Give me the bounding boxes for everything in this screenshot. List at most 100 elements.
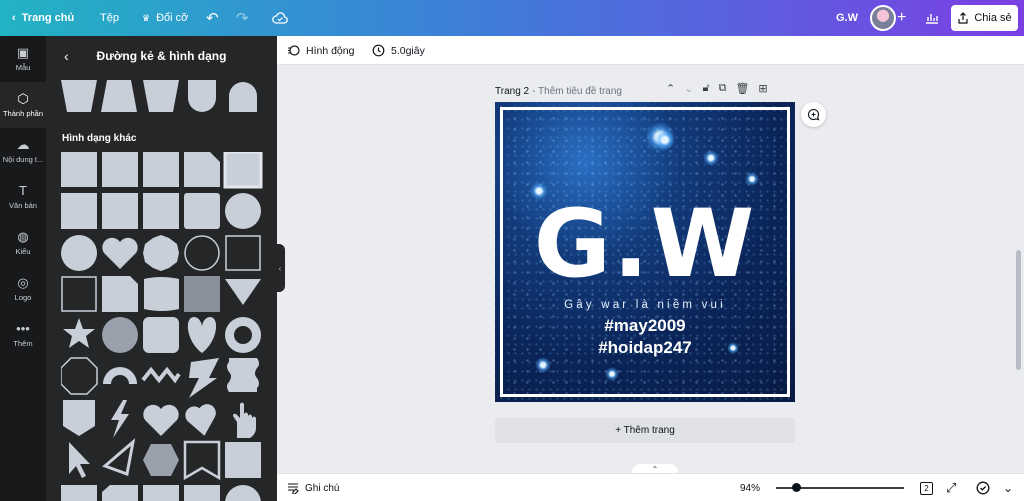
shape-square[interactable] — [102, 152, 138, 187]
rail-item-uploads[interactable]: ☁ Nội dung t... — [0, 128, 46, 174]
shape-square[interactable] — [102, 193, 138, 229]
redo-icon[interactable]: ↷ — [236, 0, 249, 36]
shape-rounded-square[interactable] — [184, 193, 220, 229]
shape-trapezoid-down[interactable] — [61, 80, 97, 112]
shape-rounded-square[interactable] — [143, 317, 179, 353]
shape-cut-corner[interactable] — [102, 485, 138, 501]
animate-button[interactable]: Hình động — [287, 36, 354, 65]
page-title-placeholder[interactable]: - Thêm tiêu đề trang — [532, 86, 622, 97]
zoom-value[interactable]: 94% — [740, 474, 760, 501]
undo-icon[interactable]: ↶ — [206, 0, 219, 36]
share-button[interactable]: Chia sẻ — [951, 5, 1018, 31]
zoom-slider-handle[interactable] — [792, 483, 801, 492]
shape-square[interactable] — [143, 485, 179, 501]
duplicate-icon[interactable]: ⧉ — [719, 82, 727, 95]
shape-hand-pointer[interactable] — [233, 402, 256, 439]
shape-circle[interactable] — [225, 193, 261, 229]
shape-bookmark-outline[interactable] — [183, 440, 221, 481]
section-title: Hình dạng khác — [62, 133, 137, 144]
check-circle-icon[interactable] — [976, 474, 990, 501]
insights-icon[interactable] — [925, 0, 939, 36]
chevron-down-icon[interactable]: ⌄ — [1003, 474, 1013, 501]
page-count-button[interactable]: 2 — [920, 474, 933, 501]
shape-circle[interactable] — [225, 485, 261, 501]
shape-trapezoid[interactable] — [101, 80, 137, 112]
shape-cut-corner[interactable] — [102, 276, 138, 312]
shape-lightning-bolt[interactable] — [189, 358, 219, 398]
design-hashtag-1[interactable]: #may2009 — [495, 316, 795, 336]
shape-bolt[interactable] — [111, 400, 129, 438]
shape-octagon-outline[interactable] — [61, 357, 98, 395]
shape-circle[interactable] — [61, 235, 97, 271]
add-page-button[interactable]: + Thêm trang — [495, 418, 795, 443]
design-hashtag-2[interactable]: #hoidap247 — [495, 338, 795, 358]
lock-icon[interactable]: 🔓︎ — [702, 82, 709, 95]
rail-item-text[interactable]: T Văn bản — [0, 174, 46, 220]
file-menu[interactable]: Tệp — [100, 0, 119, 36]
shape-heart-tall[interactable] — [187, 317, 217, 353]
rail-item-elements[interactable]: ⬡ Thành phần — [0, 82, 46, 128]
shape-shield[interactable] — [63, 400, 95, 436]
rail-item-more[interactable]: ••• Thêm — [0, 312, 46, 358]
shape-square[interactable] — [143, 152, 179, 187]
shape-circle-outline[interactable] — [184, 235, 220, 271]
rail-item-styles[interactable]: ◍ Kiểu — [0, 220, 46, 266]
design-subtitle[interactable]: Gây war là niềm vui — [495, 299, 795, 311]
shape-square[interactable] — [61, 485, 97, 501]
add-comment-icon[interactable] — [801, 102, 826, 127]
shape-scalloped[interactable] — [227, 358, 259, 392]
shape-grid — [61, 152, 263, 501]
notes-button[interactable]: Ghi chú — [287, 474, 339, 501]
shape-row-top — [61, 80, 257, 112]
vertical-scrollbar[interactable] — [1016, 250, 1021, 370]
collapse-panel-button[interactable]: ‹ — [275, 244, 285, 292]
add-page-icon[interactable]: ⊞ — [758, 82, 767, 95]
chevron-down-icon[interactable]: ⌄ — [684, 82, 693, 95]
shape-square[interactable] — [225, 442, 261, 478]
shape-zigzag[interactable] — [141, 366, 181, 384]
shape-wavy-square[interactable] — [144, 277, 179, 311]
design-title[interactable]: G.W — [495, 190, 795, 300]
document-name[interactable]: G.W — [836, 0, 858, 36]
shape-square-outline[interactable] — [225, 235, 261, 271]
shape-arch[interactable] — [229, 82, 257, 112]
design-canvas[interactable]: G.W Gây war là niềm vui #may2009 #hoidap… — [495, 102, 795, 402]
resize-button[interactable]: ♛ Đổi cỡ — [142, 0, 188, 36]
shape-cursor-arrow[interactable] — [69, 442, 90, 478]
chevron-up-icon[interactable]: ⌃ — [666, 82, 675, 95]
shape-arc[interactable] — [103, 367, 137, 384]
editor-toolbar: Hình động 5.0giây — [277, 36, 1024, 65]
shape-square[interactable] — [61, 152, 97, 187]
shape-heart[interactable] — [143, 404, 179, 436]
shape-square[interactable] — [61, 193, 97, 229]
shape-rounded-bottom[interactable] — [188, 80, 216, 112]
shape-star[interactable] — [63, 318, 95, 348]
duration-button[interactable]: 5.0giây — [372, 36, 425, 65]
shape-pattern-circle[interactable] — [102, 317, 138, 353]
shape-heart[interactable] — [102, 237, 138, 269]
palette-icon: ◍ — [17, 229, 29, 244]
avatar[interactable] — [870, 5, 896, 31]
shape-square[interactable] — [184, 485, 220, 501]
plus-icon[interactable]: + — [897, 0, 906, 36]
rail-label: Kiểu — [15, 247, 31, 256]
shape-framed-square[interactable] — [223, 152, 263, 189]
rail-item-templates[interactable]: ▣ Mẫu — [0, 36, 46, 82]
shape-badge[interactable] — [143, 235, 179, 271]
shape-pattern-square[interactable] — [184, 276, 220, 312]
home-button[interactable]: ‹ Trang chủ — [12, 0, 74, 36]
shape-folded-corner[interactable] — [184, 152, 220, 187]
shape-trapezoid-inverted[interactable] — [143, 80, 179, 112]
shape-heart-tilted[interactable] — [184, 403, 220, 439]
bottom-bar: Ghi chú 94% 2 ⤢ ⌄ — [277, 473, 1024, 501]
cloud-icon[interactable] — [272, 0, 288, 36]
fullscreen-icon[interactable]: ⤢ — [946, 474, 956, 501]
trash-icon[interactable]: 🗑︎ — [735, 82, 749, 95]
shape-triangle-outline[interactable] — [102, 438, 136, 477]
rail-item-logo[interactable]: ◎ Logo — [0, 266, 46, 312]
shape-pattern-hexagon[interactable] — [143, 444, 179, 476]
text-icon: T — [19, 183, 27, 198]
shape-triangle-down[interactable] — [225, 279, 261, 305]
shape-square-outline[interactable] — [61, 276, 97, 312]
shape-square[interactable] — [143, 193, 179, 229]
